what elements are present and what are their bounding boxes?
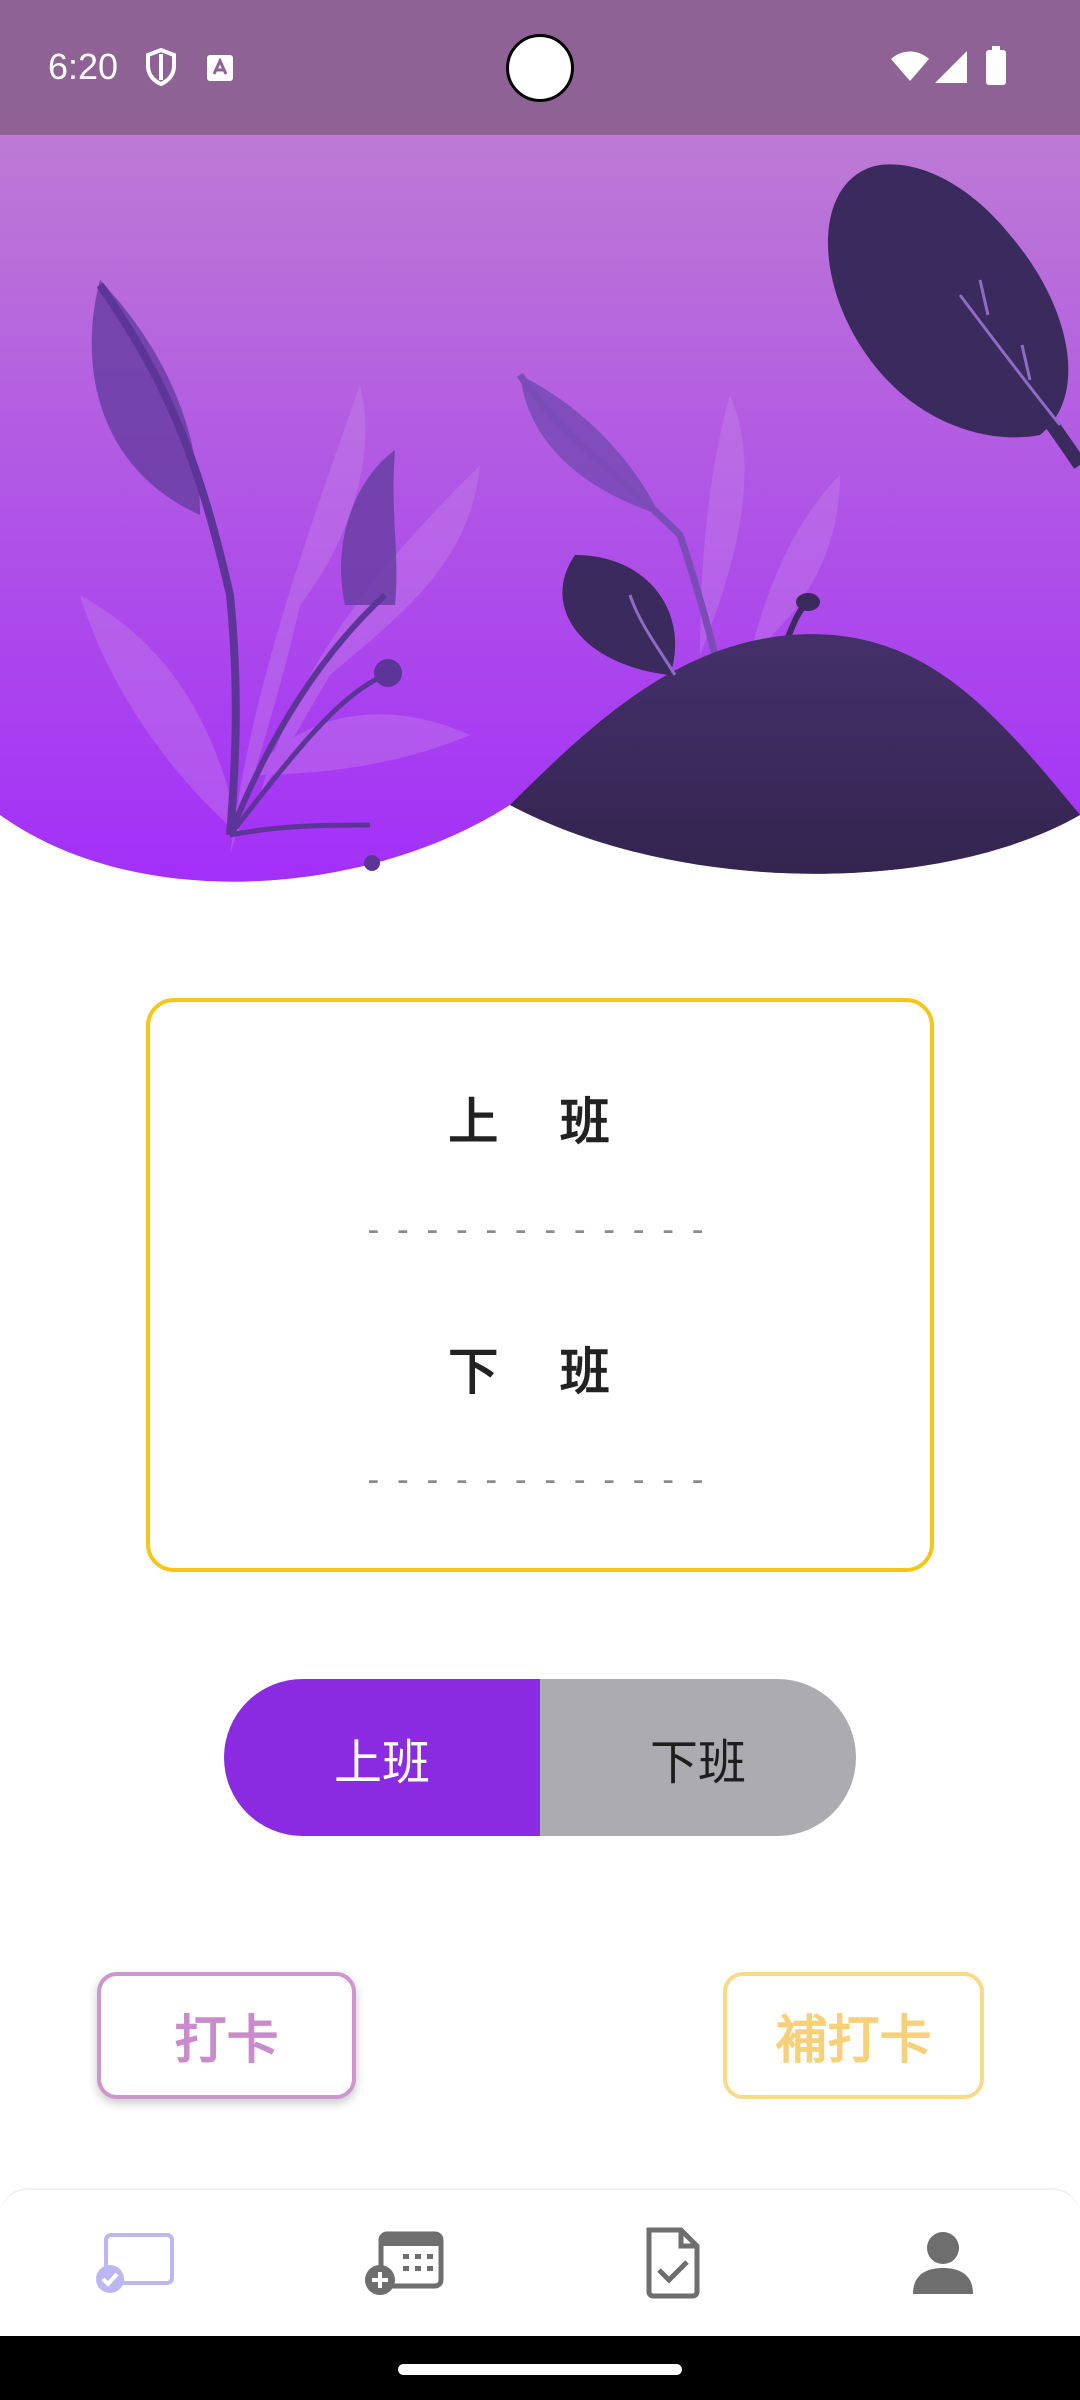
- add-calendar-icon: [363, 2228, 447, 2302]
- punch-record-card: 上 班 ------------ 下 班 ------------: [146, 998, 934, 1572]
- clock-out-label: 下 班: [448, 1343, 632, 1401]
- home-gesture-handle[interactable]: [398, 2364, 682, 2375]
- punch-in-icon: [90, 2231, 180, 2299]
- nav-leave-request[interactable]: [360, 2220, 450, 2310]
- makeup-punch-button[interactable]: 補打卡: [723, 1972, 984, 2099]
- person-icon: [911, 2230, 975, 2300]
- clock-in-time: ------------: [363, 1210, 717, 1250]
- punch-button[interactable]: 打卡: [97, 1972, 356, 2099]
- wifi-icon: [890, 50, 930, 86]
- nav-records[interactable]: [628, 2220, 718, 2310]
- signal-icon: [934, 50, 968, 88]
- toggle-clock-in[interactable]: 上班: [224, 1679, 540, 1836]
- shield-icon: [145, 47, 177, 90]
- shift-type-toggle[interactable]: 上班 下班: [224, 1679, 856, 1836]
- keyboard-a-icon: [206, 54, 234, 86]
- nav-profile[interactable]: [898, 2220, 988, 2310]
- status-time: 6:20: [48, 46, 119, 87]
- clock-out-time: ------------: [363, 1460, 717, 1500]
- nav-punch[interactable]: [90, 2220, 180, 2310]
- battery-icon: [985, 46, 1007, 90]
- hero-illustration: [0, 135, 1080, 895]
- bottom-navigation: [0, 2188, 1080, 2336]
- toggle-clock-out[interactable]: 下班: [540, 1679, 856, 1836]
- camera-cutout: [506, 34, 574, 102]
- clock-in-label: 上 班: [448, 1093, 632, 1151]
- status-bar: 6:20: [0, 0, 1080, 135]
- document-check-icon: [641, 2226, 705, 2304]
